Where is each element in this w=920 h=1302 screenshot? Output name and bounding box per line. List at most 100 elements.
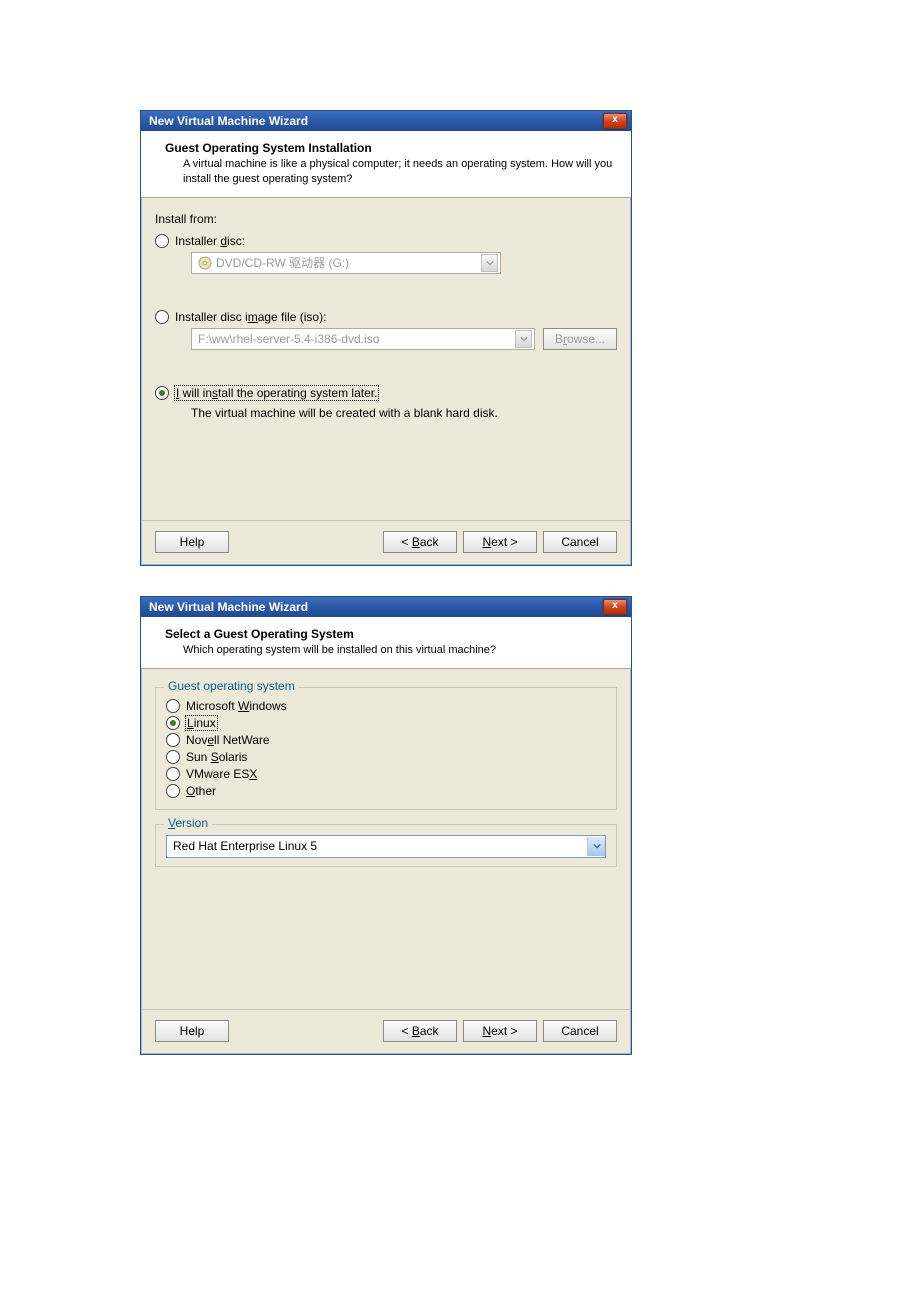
header: Select a Guest Operating System Which op… bbox=[141, 617, 631, 669]
t: owse... bbox=[567, 332, 605, 346]
iso-path-field: F:\ww\rhel-server-5.4-i386-dvd.iso bbox=[191, 328, 535, 350]
back-button[interactable]: < Back bbox=[383, 531, 457, 553]
option-later-label: I will install the operating system late… bbox=[175, 386, 378, 400]
next-button[interactable]: Next > bbox=[463, 531, 537, 553]
window-title: New Virtual Machine Wizard bbox=[149, 600, 308, 614]
t: N bbox=[482, 1024, 491, 1038]
t: isc: bbox=[227, 234, 245, 248]
guest-os-group: Guest operating system Microsoft Windows… bbox=[155, 687, 617, 810]
t: ack bbox=[420, 1024, 439, 1038]
radio-solaris[interactable] bbox=[166, 750, 180, 764]
t: VMware ES bbox=[186, 767, 249, 781]
os-novell-label: Novell NetWare bbox=[186, 733, 270, 747]
t: Microsoft bbox=[186, 699, 238, 713]
t: olaris bbox=[219, 750, 248, 764]
version-group: Version Red Hat Enterprise Linux 5 bbox=[155, 824, 617, 867]
radio-esx[interactable] bbox=[166, 767, 180, 781]
t: B bbox=[412, 535, 420, 549]
dialog-body: Install from: Installer disc: DVD/CD- bbox=[141, 198, 631, 520]
disc-dropdown-text: DVD/CD-RW 驱动器 (G:) bbox=[216, 254, 481, 271]
iso-row: F:\ww\rhel-server-5.4-i386-dvd.iso Brows… bbox=[191, 328, 617, 350]
option-iso[interactable]: Installer disc image file (iso): bbox=[155, 310, 617, 324]
os-esx-label: VMware ESX bbox=[186, 767, 257, 781]
back-button[interactable]: < Back bbox=[383, 1020, 457, 1042]
t: ack bbox=[420, 535, 439, 549]
option-later[interactable]: I will install the operating system late… bbox=[155, 386, 617, 400]
t: < bbox=[401, 535, 411, 549]
radio-installer-disc[interactable] bbox=[155, 234, 169, 248]
button-bar: Help < Back Next > Cancel bbox=[141, 1009, 631, 1054]
t: X bbox=[249, 767, 257, 781]
wizard-dialog-install: New Virtual Machine Wizard x Guest Opera… bbox=[140, 110, 632, 566]
dialog-body: Guest operating system Microsoft Windows… bbox=[141, 669, 631, 1009]
page-heading: Guest Operating System Installation bbox=[165, 141, 615, 155]
help-button[interactable]: Help bbox=[155, 1020, 229, 1042]
close-button[interactable]: x bbox=[603, 113, 627, 129]
cancel-button[interactable]: Cancel bbox=[543, 531, 617, 553]
close-button[interactable]: x bbox=[603, 599, 627, 615]
os-solaris[interactable]: Sun Solaris bbox=[166, 750, 606, 764]
os-radio-list: Microsoft Windows Linux Novell NetWare bbox=[166, 699, 606, 798]
radio-windows[interactable] bbox=[166, 699, 180, 713]
header: Guest Operating System Installation A vi… bbox=[141, 131, 631, 198]
os-solaris-label: Sun Solaris bbox=[186, 750, 247, 764]
version-legend: Version bbox=[164, 816, 212, 830]
radio-other[interactable] bbox=[166, 784, 180, 798]
later-note: The virtual machine will be created with… bbox=[191, 406, 617, 420]
close-icon: x bbox=[612, 114, 618, 125]
spacer bbox=[155, 420, 617, 490]
t: Sun bbox=[186, 750, 211, 764]
t: ext > bbox=[491, 535, 517, 549]
t: N bbox=[482, 535, 491, 549]
os-windows-label: Microsoft Windows bbox=[186, 699, 287, 713]
chevron-down-icon bbox=[587, 837, 605, 856]
close-icon: x bbox=[612, 600, 618, 611]
os-esx[interactable]: VMware ESX bbox=[166, 767, 606, 781]
version-dropdown[interactable]: Red Hat Enterprise Linux 5 bbox=[166, 835, 606, 858]
radio-later[interactable] bbox=[155, 386, 169, 400]
page-subtext: A virtual machine is like a physical com… bbox=[183, 157, 615, 187]
t: O bbox=[186, 784, 195, 798]
t: ther bbox=[195, 784, 216, 798]
t: Nov bbox=[186, 733, 207, 747]
radio-iso[interactable] bbox=[155, 310, 169, 324]
window-title: New Virtual Machine Wizard bbox=[149, 114, 308, 128]
os-other[interactable]: Other bbox=[166, 784, 606, 798]
os-linux[interactable]: Linux bbox=[166, 716, 606, 730]
help-button[interactable]: Help bbox=[155, 531, 229, 553]
version-value: Red Hat Enterprise Linux 5 bbox=[173, 839, 587, 853]
wizard-dialog-os: New Virtual Machine Wizard x Select a Gu… bbox=[140, 596, 632, 1055]
button-bar: Help < Back Next > Cancel bbox=[141, 520, 631, 565]
browse-button: Browse... bbox=[543, 328, 617, 350]
os-windows[interactable]: Microsoft Windows bbox=[166, 699, 606, 713]
t: < bbox=[401, 1024, 411, 1038]
t: inux bbox=[194, 716, 216, 730]
t: Installer bbox=[175, 234, 220, 248]
iso-path-text: F:\ww\rhel-server-5.4-i386-dvd.iso bbox=[198, 332, 515, 346]
os-novell[interactable]: Novell NetWare bbox=[166, 733, 606, 747]
t: ersion bbox=[175, 816, 208, 830]
t: m bbox=[248, 310, 258, 324]
t: ll NetWare bbox=[214, 733, 270, 747]
t: L bbox=[187, 716, 194, 730]
option-installer-disc[interactable]: Installer disc: bbox=[155, 234, 617, 248]
optical-drive-icon bbox=[198, 256, 212, 270]
radio-linux[interactable] bbox=[166, 716, 180, 730]
spacer bbox=[155, 881, 617, 1001]
chevron-down-icon bbox=[515, 330, 532, 348]
install-from-label: Install from: bbox=[155, 212, 617, 226]
option-installer-disc-label: Installer disc: bbox=[175, 234, 245, 248]
page-subtext: Which operating system will be installed… bbox=[183, 643, 615, 658]
os-linux-label: Linux bbox=[186, 716, 217, 730]
cancel-button[interactable]: Cancel bbox=[543, 1020, 617, 1042]
t: S bbox=[211, 750, 219, 764]
radio-novell[interactable] bbox=[166, 733, 180, 747]
t: B bbox=[412, 1024, 420, 1038]
option-iso-label: Installer disc image file (iso): bbox=[175, 310, 326, 324]
guest-os-legend: Guest operating system bbox=[164, 679, 299, 693]
disc-dropdown: DVD/CD-RW 驱动器 (G:) bbox=[191, 252, 501, 274]
os-other-label: Other bbox=[186, 784, 216, 798]
titlebar: New Virtual Machine Wizard x bbox=[141, 111, 631, 131]
t: Installer disc i bbox=[175, 310, 248, 324]
next-button[interactable]: Next > bbox=[463, 1020, 537, 1042]
